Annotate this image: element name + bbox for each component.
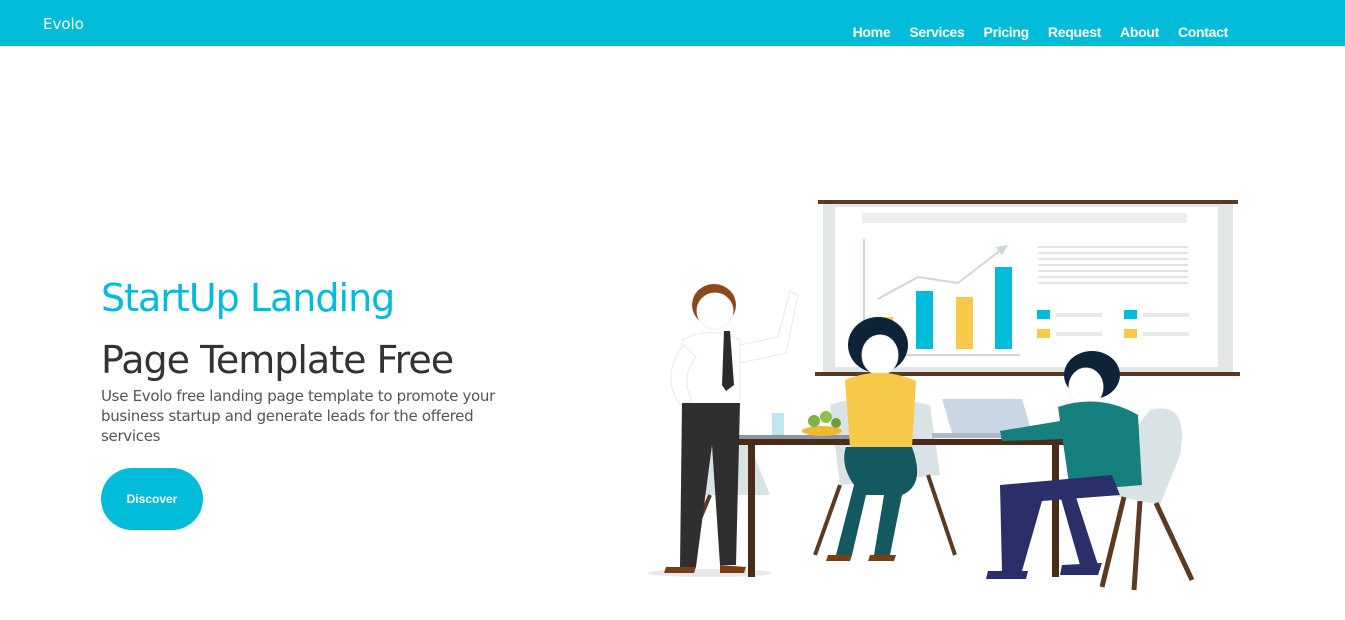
navbar: Evolo Home Services Pricing Request Abou…: [0, 0, 1345, 46]
brand-logo[interactable]: Evolo: [43, 15, 84, 33]
hero-section: StartUp Landing Page Template Free Use E…: [101, 274, 541, 446]
nav-link-contact[interactable]: Contact: [1178, 24, 1228, 40]
nav-link-home[interactable]: Home: [853, 24, 891, 40]
hero-description: Use Evolo free landing page template to …: [101, 387, 496, 445]
nav-link-request[interactable]: Request: [1048, 24, 1101, 40]
hero-title-main: Page Template Free: [101, 338, 454, 382]
nav-link-pricing[interactable]: Pricing: [984, 24, 1030, 40]
hero-title-accent: StartUp Landing: [101, 276, 395, 320]
office-meeting-illustration: [648, 200, 1240, 591]
board-bar: [995, 267, 1012, 349]
board-bar: [956, 297, 973, 349]
whiteboard-top-rail: [818, 200, 1238, 204]
board-bar: [916, 291, 933, 349]
discover-button[interactable]: Discover: [101, 468, 203, 530]
nav-link-services[interactable]: Services: [909, 24, 965, 40]
nav-menu: Home Services Pricing Request About Cont…: [834, 24, 1229, 40]
nav-link-about[interactable]: About: [1120, 24, 1159, 40]
